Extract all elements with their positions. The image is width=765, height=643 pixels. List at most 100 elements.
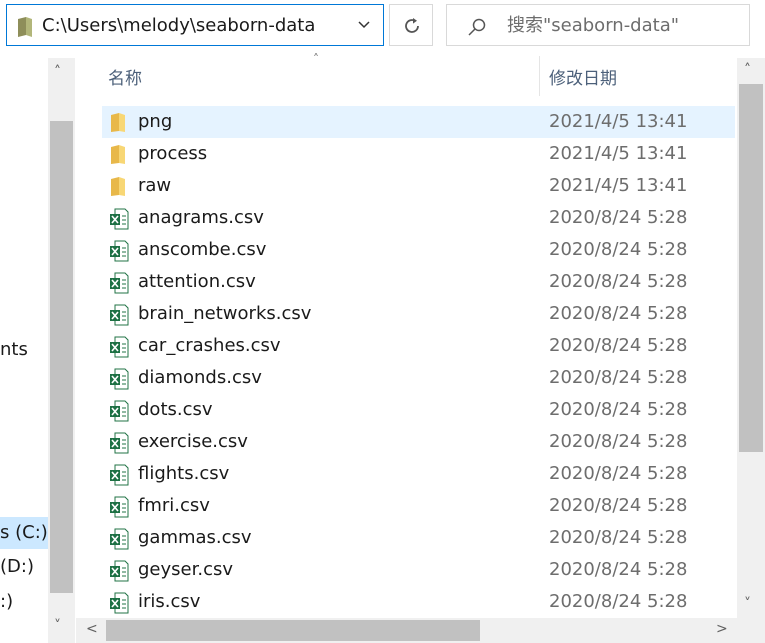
nav-item-label: :) [0,591,14,612]
folder-icon [109,112,127,136]
file-name: iris.csv [138,591,201,612]
file-modified-date: 2020/8/24 5:28 [549,239,688,260]
file-row[interactable]: attention.csv 2020/8/24 5:28 [102,266,735,298]
file-name: process [138,143,208,164]
file-name: brain_networks.csv [138,303,312,324]
excel-csv-icon [109,496,129,522]
scroll-down-icon[interactable]: ˅ [54,618,61,634]
file-name: attention.csv [138,271,256,292]
nav-item-documents[interactable]: nts [0,338,48,362]
file-name: car_crashes.csv [138,335,281,356]
nav-item-drive[interactable]: :) [0,590,48,614]
file-row[interactable]: gammas.csv 2020/8/24 5:28 [102,522,735,554]
excel-csv-icon [109,208,129,234]
nav-item-drive-d[interactable]: (D:) [0,555,48,579]
file-name: fmri.csv [138,495,210,516]
excel-csv-icon [109,240,129,266]
file-name: flights.csv [138,463,230,484]
file-row[interactable]: geyser.csv 2020/8/24 5:28 [102,554,735,586]
excel-csv-icon [109,432,129,458]
search-placeholder[interactable]: 搜索"seaborn-data" [507,14,679,38]
file-row[interactable]: process 2021/4/5 13:41 [102,138,735,170]
file-modified-date: 2020/8/24 5:28 [549,431,688,452]
scroll-right-icon[interactable]: > [716,621,728,637]
file-name: png [138,111,173,132]
file-name: anagrams.csv [138,207,264,228]
excel-csv-icon [109,336,129,362]
file-modified-date: 2020/8/24 5:28 [549,207,688,228]
file-list: png 2021/4/5 13:41 process 2021/4/5 13:41 ra… [76,102,737,618]
file-row[interactable]: raw 2021/4/5 13:41 [102,170,735,202]
excel-csv-icon [109,560,129,586]
file-modified-date: 2020/8/24 5:28 [549,463,688,484]
file-name: diamonds.csv [138,367,262,388]
file-row[interactable]: fmri.csv 2020/8/24 5:28 [102,490,735,522]
column-header: ˄ 名称 修改日期 [76,52,737,102]
file-modified-date: 2021/4/5 13:41 [549,111,688,132]
refresh-button[interactable] [389,4,433,46]
file-row[interactable]: anagrams.csv 2020/8/24 5:28 [102,202,735,234]
nav-item-label: (D:) [0,556,34,577]
scroll-left-icon[interactable]: < [86,621,98,637]
horizontal-scrollbar[interactable]: < > [76,618,737,643]
excel-csv-icon [109,464,129,490]
file-modified-date: 2020/8/24 5:28 [549,303,688,324]
file-name: dots.csv [138,399,213,420]
file-modified-date: 2021/4/5 13:41 [549,143,688,164]
horizontal-scrollbar-thumb[interactable] [106,620,480,641]
excel-csv-icon [109,272,129,298]
navigation-pane: ˄ ˅ nts s (C:) (D:) :) [0,52,76,643]
column-divider[interactable] [539,56,540,96]
file-row[interactable]: diamonds.csv 2020/8/24 5:28 [102,362,735,394]
column-date-header[interactable]: 修改日期 [549,64,617,89]
file-modified-date: 2020/8/24 5:28 [549,399,688,420]
scroll-up-icon[interactable]: ˄ [744,62,751,78]
file-row[interactable]: iris.csv 2020/8/24 5:28 [102,586,735,618]
folder-icon [109,176,127,200]
scrollbar-corner [737,618,765,643]
file-modified-date: 2020/8/24 5:28 [549,271,688,292]
search-box[interactable]: 搜索"seaborn-data" [446,4,750,46]
excel-csv-icon [109,528,129,554]
chevron-down-icon[interactable] [357,16,371,35]
excel-csv-icon [109,400,129,426]
file-row[interactable]: brain_networks.csv 2020/8/24 5:28 [102,298,735,330]
file-name: raw [138,175,172,196]
toolbar: C:\Users\melody\seaborn-data 搜索"seaborn-… [0,0,765,52]
folder-icon [109,144,127,168]
column-name-header[interactable]: 名称 [108,64,142,89]
nav-scrollbar-thumb[interactable] [50,121,73,593]
excel-csv-icon [109,304,129,330]
file-name: geyser.csv [138,559,234,580]
file-row[interactable]: car_crashes.csv 2020/8/24 5:28 [102,330,735,362]
file-row[interactable]: exercise.csv 2020/8/24 5:28 [102,426,735,458]
excel-csv-icon [109,368,129,394]
file-modified-date: 2020/8/24 5:28 [549,335,688,356]
file-row[interactable]: png 2021/4/5 13:41 [102,106,735,138]
file-modified-date: 2020/8/24 5:28 [549,367,688,388]
vertical-scrollbar[interactable]: ˄ ˅ [737,58,765,618]
file-row[interactable]: flights.csv 2020/8/24 5:28 [102,458,735,490]
file-modified-date: 2020/8/24 5:28 [549,495,688,516]
file-modified-date: 2020/8/24 5:28 [549,559,688,580]
folder-icon [17,17,33,41]
scroll-down-icon[interactable]: ˅ [744,596,751,612]
nav-item-drive-c[interactable]: s (C:) [0,517,48,549]
file-row[interactable]: anscombe.csv 2020/8/24 5:28 [102,234,735,266]
vertical-scrollbar-thumb[interactable] [739,84,763,452]
refresh-icon [405,18,419,33]
file-row[interactable]: dots.csv 2020/8/24 5:28 [102,394,735,426]
address-bar[interactable]: C:\Users\melody\seaborn-data [6,4,384,46]
nav-item-label: nts [0,339,28,360]
scroll-up-icon[interactable]: ˄ [54,64,61,80]
file-modified-date: 2020/8/24 5:28 [549,527,688,548]
file-modified-date: 2020/8/24 5:28 [549,591,688,612]
file-modified-date: 2021/4/5 13:41 [549,175,688,196]
search-icon [468,18,486,36]
nav-item-label: s (C:) [0,522,48,543]
sort-ascending-icon: ˄ [313,52,319,66]
address-path[interactable]: C:\Users\melody\seaborn-data [42,14,315,38]
file-name: exercise.csv [138,431,248,452]
excel-csv-icon [109,592,129,618]
file-name: gammas.csv [138,527,252,548]
